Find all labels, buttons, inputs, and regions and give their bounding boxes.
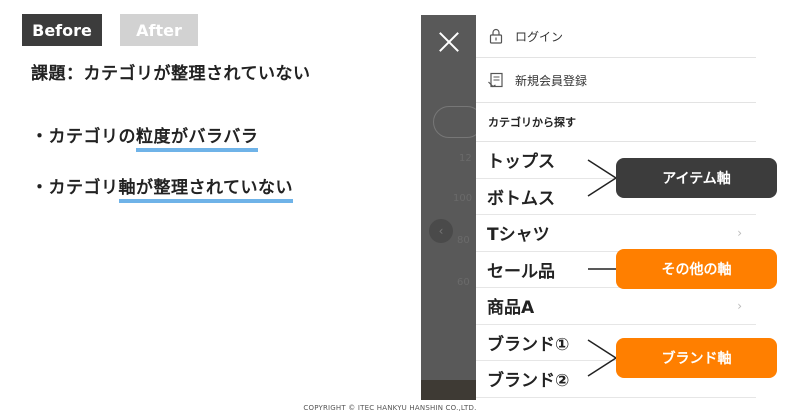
find-by-category-label: カテゴリから探す	[488, 116, 576, 129]
category-label: ボトムス	[487, 188, 555, 209]
bullet-highlight: 粒度がバラバラ	[136, 127, 259, 152]
bullet-granularity: ・カテゴリの粒度がバラバラ	[31, 122, 259, 152]
background-tick: 100	[453, 193, 473, 204]
bullet-prefix: ・カテゴリの	[31, 127, 136, 147]
category-label: 商品A	[487, 298, 535, 319]
background-tick: 80	[457, 235, 470, 246]
issue-title: 課題：カテゴリが整理されていない	[31, 64, 311, 84]
category-label: Tシャツ	[487, 225, 550, 246]
find-by-category-header: カテゴリから探す	[476, 103, 756, 142]
bullet-axis: ・カテゴリ軸が整理されていない	[31, 173, 293, 203]
brand-axis-tag: ブランド軸	[616, 338, 777, 378]
item-axis-tag: アイテム軸	[616, 158, 777, 198]
chevron-right-icon: ›	[737, 298, 742, 313]
register-label: 新規会員登録	[515, 73, 588, 88]
register-link[interactable]: 新規会員登録	[476, 58, 756, 103]
other-axis-tag: その他の軸	[616, 249, 777, 289]
category-item-tshirt[interactable]: Tシャツ ›	[476, 215, 756, 252]
login-label: ログイン	[515, 29, 564, 44]
carousel-left-arrow-icon: ‹	[429, 219, 453, 243]
background-tick: 60	[457, 277, 470, 288]
chevron-right-icon: ›	[737, 225, 742, 240]
login-link[interactable]: ログイン	[476, 15, 756, 58]
category-label: セール品	[487, 261, 555, 282]
category-item-product-a[interactable]: 商品A ›	[476, 288, 756, 325]
bullet-prefix: ・カテゴリ	[31, 178, 119, 198]
background-image-strip	[421, 380, 476, 400]
before-tab[interactable]: Before	[22, 14, 102, 46]
bullet-highlight: 軸が整理されていない	[118, 178, 293, 203]
lock-icon	[487, 27, 505, 45]
close-icon[interactable]	[438, 31, 460, 53]
register-form-icon	[487, 71, 505, 89]
background-page: 12 100 ‹ 80 60	[421, 15, 483, 400]
copyright-footer: COPYRIGHT © ITEC HANKYU HANSHIN CO.,LTD.	[303, 404, 477, 412]
after-tab[interactable]: After	[120, 14, 198, 46]
background-tick: 12	[459, 153, 472, 164]
category-label: トップス	[487, 152, 555, 173]
category-label: ブランド①	[487, 334, 570, 355]
category-label: ブランド②	[487, 371, 570, 392]
